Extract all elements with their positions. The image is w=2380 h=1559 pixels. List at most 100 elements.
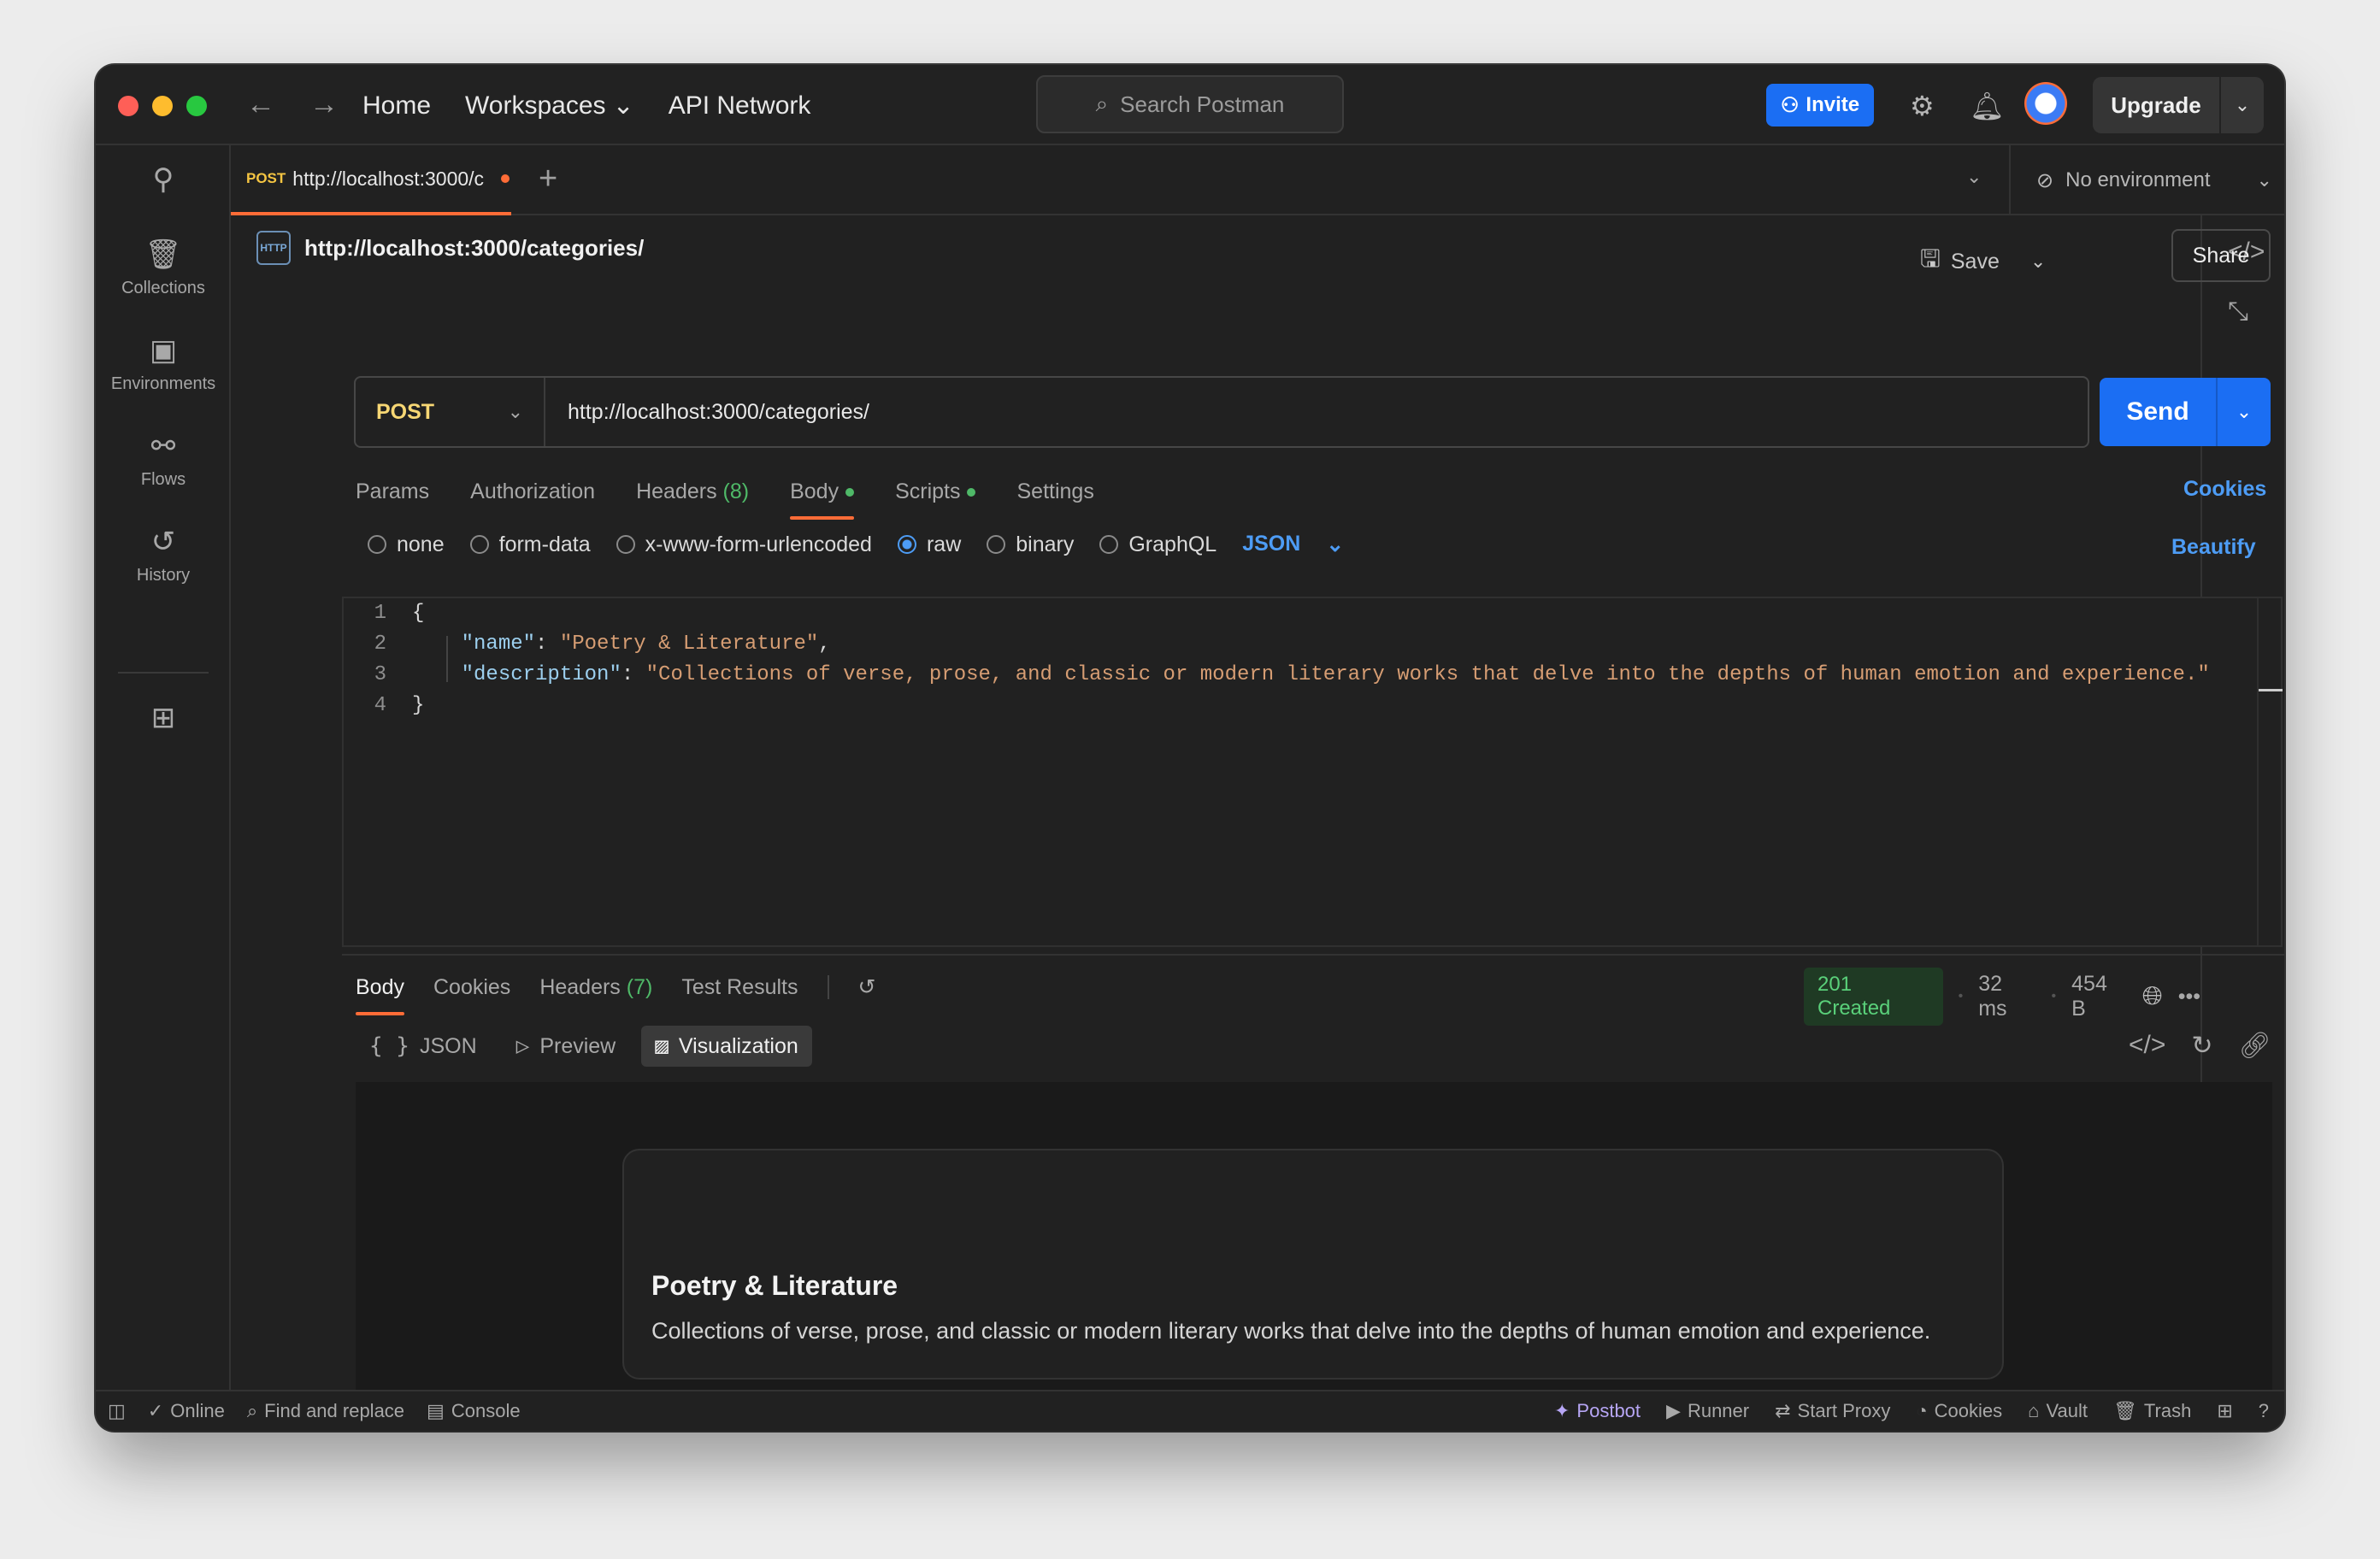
tab-scripts[interactable]: Scripts: [895, 472, 976, 511]
layout-grid-icon[interactable]: ⊞: [2217, 1400, 2232, 1422]
request-title[interactable]: http://localhost:3000/categories/: [304, 235, 644, 262]
chevron-down-icon[interactable]: ⌄: [2219, 77, 2264, 133]
radio-none[interactable]: none: [368, 532, 445, 557]
body-format-select[interactable]: JSON ⌄: [1242, 532, 1344, 557]
radio-form-data[interactable]: form-data: [469, 532, 591, 557]
send-button[interactable]: Send ⌄: [2100, 378, 2271, 446]
response-tab-test-results[interactable]: Test Results: [681, 968, 798, 1007]
code-line: 2 "name": "Poetry & Literature",: [344, 629, 2210, 660]
response-size[interactable]: 454 B: [2071, 972, 2127, 1021]
tab-settings[interactable]: Settings: [1016, 472, 1093, 511]
refresh-icon[interactable]: ↻: [2191, 1031, 2212, 1061]
radio-urlencoded[interactable]: x-www-form-urlencoded: [616, 532, 872, 557]
code-icon[interactable]: </>: [2129, 1031, 2165, 1061]
view-json-tab[interactable]: { } JSON: [356, 1026, 491, 1067]
view-preview-tab[interactable]: ▷ Preview: [503, 1026, 630, 1067]
notification-bell-icon[interactable]: 🔔︎: [1970, 89, 2005, 123]
environment-selector[interactable]: ⊘ No environment ⌄: [2009, 145, 2276, 215]
maximize-window-button[interactable]: [186, 96, 207, 116]
tab-body[interactable]: Body: [790, 472, 855, 520]
code-line: 4}: [344, 691, 2210, 721]
method-select[interactable]: POST ⌄: [356, 378, 545, 446]
status-badge[interactable]: 201 Created: [1804, 968, 1943, 1026]
code-text: {: [412, 602, 425, 625]
request-tab-bar: POST http://localhost:3000/c + ⌄ ⊘ No en…: [231, 145, 2284, 215]
tab-url: http://localhost:3000/c: [292, 167, 485, 190]
trash-button[interactable]: 🗑︎ Trash: [2113, 1400, 2191, 1422]
workspaces-menu[interactable]: Workspaces ⌄: [465, 87, 634, 125]
sidebar-item-label: Flows: [140, 470, 186, 489]
sidebar-item-history[interactable]: ↺ History: [96, 525, 231, 585]
view-visualization-tab[interactable]: ▨ Visualization: [641, 1026, 812, 1067]
postbot-button[interactable]: ✦ Postbot: [1554, 1400, 1641, 1422]
cookies-link[interactable]: Cookies: [2183, 477, 2266, 502]
code-text: "name": "Poetry & Literature",: [461, 632, 831, 656]
chevron-down-icon: ⌄: [1326, 532, 1345, 556]
view-preview-label: Preview: [539, 1033, 616, 1058]
tab-authorization[interactable]: Authorization: [470, 472, 595, 511]
find-replace-button[interactable]: ⌕ Find and replace: [247, 1400, 404, 1422]
window-controls: [118, 96, 207, 116]
line-number: 2: [374, 632, 386, 656]
close-window-button[interactable]: [118, 96, 138, 116]
globe-icon[interactable]: 🌐︎: [2142, 982, 2163, 1011]
scrollbar-marker: [2259, 689, 2283, 691]
search-bar[interactable]: ⌕ Search Postman: [1036, 75, 1344, 133]
upgrade-button[interactable]: Upgrade ⌄: [2093, 77, 2264, 133]
runner-button[interactable]: ▶ Runner: [1666, 1400, 1749, 1422]
editor-scrollbar[interactable]: [2257, 598, 2283, 945]
response-tab-headers[interactable]: Headers (7): [539, 968, 652, 1007]
chevron-down-icon[interactable]: ⌄: [2216, 378, 2271, 446]
toggle-sidebar-icon[interactable]: ◫: [108, 1400, 126, 1422]
radio-raw[interactable]: raw: [897, 532, 961, 557]
response-tab-body[interactable]: Body: [356, 968, 404, 1015]
share-button[interactable]: Share: [2171, 229, 2271, 282]
response-time[interactable]: 32 ms: [1978, 972, 2035, 1021]
radio-graphql[interactable]: GraphQL: [1099, 532, 1217, 557]
new-tab-plus-icon[interactable]: +: [539, 161, 557, 197]
body-mode-options: none form-data x-www-form-urlencoded raw…: [368, 532, 1344, 557]
more-options-icon[interactable]: •••: [2178, 985, 2200, 1009]
sidebar-configure-button[interactable]: ⊞: [96, 701, 231, 742]
sidebar-item-environments[interactable]: ▣ Environments: [96, 333, 231, 394]
avatar[interactable]: [2024, 82, 2067, 125]
beautify-button[interactable]: Beautify: [2171, 535, 2256, 560]
radio-binary[interactable]: binary: [987, 532, 1074, 557]
help-icon[interactable]: ?: [2259, 1400, 2269, 1422]
request-workspace: HTTP http://localhost:3000/categories/ 🖫…: [231, 215, 2284, 1431]
chevron-down-icon[interactable]: ⌄: [2030, 250, 2046, 273]
start-proxy-label: Start Proxy: [1797, 1400, 1891, 1421]
profile-button[interactable]: ⚲: [96, 162, 231, 203]
invite-button[interactable]: ⚇ Invite: [1766, 84, 1874, 126]
url-input[interactable]: http://localhost:3000/categories/: [545, 400, 869, 425]
request-tab[interactable]: POST http://localhost:3000/c: [231, 145, 511, 215]
body-editor[interactable]: 1{ 2 "name": "Poetry & Literature", 3 "d…: [342, 597, 2283, 947]
start-proxy-button[interactable]: ⇄ Start Proxy: [1775, 1400, 1890, 1422]
sidebar-item-label: Collections: [121, 279, 205, 297]
link-icon[interactable]: 🔗︎: [2239, 1031, 2271, 1061]
save-button[interactable]: 🖫 Save ⌄: [1920, 241, 2046, 282]
headers-count: (8): [722, 479, 750, 503]
settings-gear-icon[interactable]: ⚙: [1910, 89, 1935, 123]
response-divider[interactable]: [342, 954, 2284, 956]
api-network-link[interactable]: API Network: [669, 87, 811, 125]
response-tab-cookies[interactable]: Cookies: [433, 968, 510, 1007]
tab-headers[interactable]: Headers (8): [636, 472, 749, 511]
forward-arrow-icon[interactable]: →: [309, 87, 339, 121]
response-history-icon[interactable]: ↺: [858, 968, 876, 1007]
cookie-icon: ◔: [1916, 1400, 1928, 1421]
console-button[interactable]: ▤ Console: [427, 1400, 521, 1422]
home-link[interactable]: Home: [362, 87, 431, 125]
sidebar-item-flows[interactable]: ⚯ Flows: [96, 429, 231, 490]
minimize-window-button[interactable]: [152, 96, 173, 116]
sidebar-item-collections[interactable]: 🗑︎ Collections: [96, 238, 231, 298]
related-collapse-icon[interactable]: ⤡: [2228, 297, 2248, 327]
cookies-button[interactable]: ◔ Cookies: [1916, 1400, 2002, 1422]
tab-params[interactable]: Params: [356, 472, 429, 511]
request-tabs: Params Authorization Headers (8) Body Sc…: [356, 472, 1094, 520]
online-status[interactable]: ✓ Online: [148, 1400, 225, 1422]
back-arrow-icon[interactable]: ←: [246, 87, 275, 121]
vault-button[interactable]: ⌂ Vault: [2028, 1400, 2088, 1422]
tabs-overflow-chevron-icon[interactable]: ⌄: [1966, 166, 1982, 188]
line-number: 1: [374, 602, 386, 625]
